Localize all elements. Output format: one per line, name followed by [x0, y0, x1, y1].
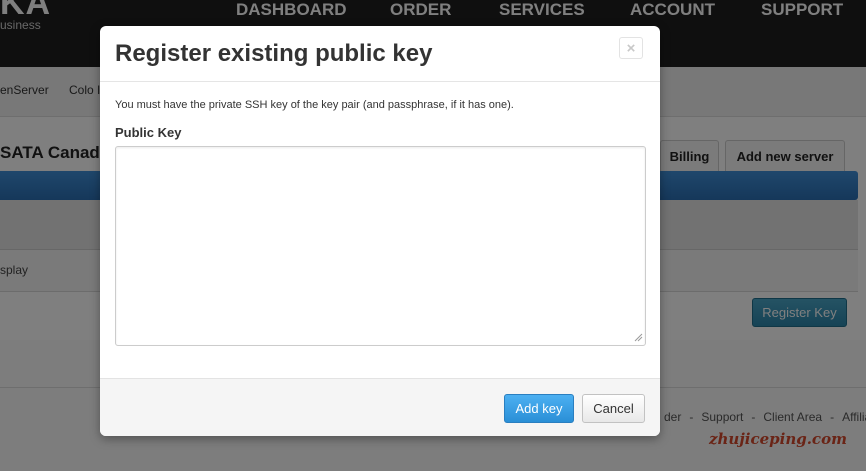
cancel-button[interactable]: Cancel — [582, 394, 645, 423]
modal-title: Register existing public key — [115, 40, 433, 67]
modal-header: Register existing public key × — [100, 26, 660, 82]
resize-grip-icon[interactable] — [633, 332, 643, 342]
public-key-textarea[interactable] — [115, 146, 646, 346]
register-key-modal: Register existing public key × You must … — [100, 26, 660, 436]
close-icon[interactable]: × — [619, 37, 643, 59]
modal-description: You must have the private SSH key of the… — [115, 99, 514, 111]
add-key-button[interactable]: Add key — [504, 394, 574, 423]
modal-footer: Add key Cancel — [100, 378, 660, 436]
public-key-label: Public Key — [115, 125, 182, 140]
